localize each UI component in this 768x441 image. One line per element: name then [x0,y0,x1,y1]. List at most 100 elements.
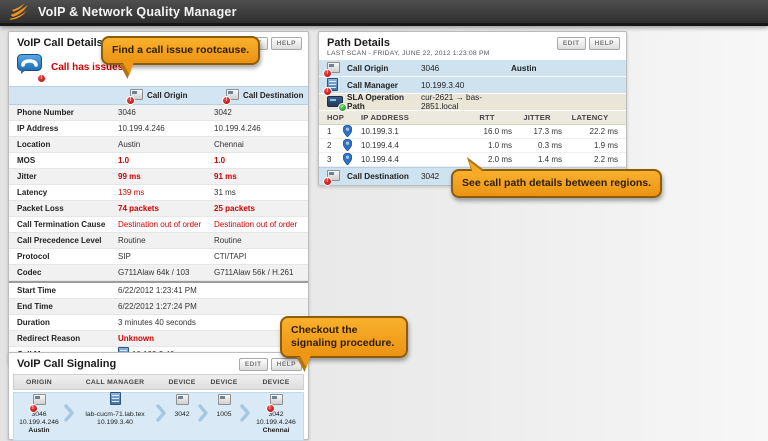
pin-icon [343,153,352,167]
info-label: SLA Operation Path [347,93,421,111]
path-info-rows: !Call Origin3046Austin!Call Manager10.19… [319,60,626,111]
table-row: Jitter99 ms91 ms [9,169,308,185]
phone-error-icon: ! [130,89,143,102]
error-badge: ! [37,74,46,83]
signaling-step: 1005 [208,396,240,419]
cell-value: G711Alaw 64k / 103 [118,268,214,277]
cell-value: Routine [214,236,308,245]
hop-number: 1 [327,127,343,136]
flow-chevron-icon [64,396,74,430]
cell-value: Destination out of order [118,220,214,229]
cell-value: 3046 [118,108,214,117]
hop-rtt: 16.0 ms [462,127,512,136]
call-issue-icon: ! [17,54,42,80]
ok-badge: ✓ [338,103,347,112]
table-row: MOS1.01.0 [9,153,308,169]
comparison-header: ! Call Origin ! Call Destination [9,86,308,105]
signaling-flow: !304610.199.4.246Austin lab-cucm-71.lab.t… [13,392,304,441]
path-info-row: !Call Manager10.199.3.40 [319,77,626,94]
cell-value: 3042 [214,108,308,117]
step-line: 10.199.4.246 [19,419,59,427]
table-row: ProtocolSIPCTI/TAPI [9,249,308,265]
server-icon[interactable] [110,392,121,410]
row-label: Codec [17,268,118,277]
phone-error-icon: ! [226,89,239,102]
error-badge: ! [323,177,332,186]
hop-row: 210.199.4.41.0 ms0.3 ms1.9 ms [319,139,626,153]
row-label: End Time [17,302,118,311]
cell-value: 74 packets [118,204,214,213]
step-line: 10.199.3.40 [97,419,133,427]
cell-value: 6/22/2012 1:23:41 PM [118,286,308,295]
phone-error-icon[interactable]: ! [327,62,340,75]
help-button[interactable]: HELP [589,37,620,50]
row-label: Jitter [17,172,118,181]
edit-button[interactable]: EDIT [557,37,586,50]
table-row: Packet Loss74 packets25 packets [9,201,308,217]
hop-jitter: 0.3 ms [512,141,562,150]
table-row: CodecG711Alaw 64k / 103G711Alaw 56k / H.… [9,265,308,281]
cell-value: 6/22/2012 1:27:24 PM [118,302,308,311]
row-label: Packet Loss [17,204,118,213]
callout-find-rootcause: Find a call issue rootcause. [101,36,260,65]
row-label: MOS [17,156,118,165]
info-label: Call Destination [347,172,421,181]
hop-number: 3 [327,155,343,164]
table-row: IP Address10.199.4.24610.199.4.246 [9,121,308,137]
info-value: 3046 [421,64,511,73]
cell-value: Austin [118,140,214,149]
signaling-step: !304610.199.4.246Austin [14,396,64,435]
flow-chevron-icon [240,396,250,430]
info-label: Call Manager [347,81,421,90]
row-label: Call Termination Cause [17,220,118,229]
row-label: Latency [17,188,118,197]
step-line: 10.199.4.246 [256,419,296,427]
cell-value: 25 packets [214,204,308,213]
phone-error-icon[interactable]: ! [327,170,340,183]
cell-value: 31 ms [214,188,308,197]
help-button[interactable]: HELP [271,37,302,50]
flow-chevron-icon [156,396,166,430]
hop-latency: 22.2 ms [562,127,618,136]
app-title: VoIP & Network Quality Manager [38,5,237,19]
call-destination-column-header: ! Call Destination [214,89,308,102]
signaling-step: lab-cucm-71.lab.tex10.199.3.40 [74,396,156,427]
hop-rtt: 1.0 ms [462,141,512,150]
table-row: LocationAustinChennai [9,137,308,153]
callout-signaling: Checkout the signaling procedure. [280,316,408,358]
error-badge: ! [323,87,332,96]
flow-chevron-icon [198,396,208,430]
cell-value: 1.0 [214,156,308,165]
pin-icon [343,139,352,153]
error-badge: ! [29,404,38,413]
hop-jitter: 17.3 ms [512,127,562,136]
path-details-title: Path Details [327,37,390,49]
row-label: Duration [17,318,118,327]
cell-value: SIP [118,252,214,261]
hop-ip: 10.199.4.4 [361,155,462,164]
info-extra: Austin [511,64,536,73]
info-value: cur-2621 → bas-2851.local [421,93,511,111]
phone-icon[interactable] [176,392,189,410]
server-error-icon[interactable]: ! [327,78,338,93]
hop-number: 2 [327,141,343,150]
cell-value: Routine [118,236,214,245]
table-row: Duration3 minutes 40 seconds [9,315,308,331]
hop-ip: 10.199.3.1 [361,127,462,136]
call-details-table: Phone Number30463042IP Address10.199.4.2… [9,105,308,363]
phone-error-icon[interactable]: ! [33,392,46,410]
table-row: Phone Number30463042 [9,105,308,121]
table-row: Call Precedence LevelRoutineRoutine [9,233,308,249]
phone-error-icon[interactable]: ! [270,392,283,410]
callout-see-path: See call path details between regions. [451,169,662,198]
call-origin-column-header: ! Call Origin [118,89,214,102]
step-line: 1005 [216,411,231,419]
hop-ip: 10.199.4.4 [361,141,462,150]
cell-value: G711Alaw 56k / H.261 [214,268,308,277]
cell-value: 139 ms [118,188,214,197]
step-city: Chennai [263,427,290,435]
row-label: Location [17,140,118,149]
row-label: Redirect Reason [17,334,118,343]
phone-icon[interactable] [218,392,231,410]
error-badge: ! [323,69,332,78]
